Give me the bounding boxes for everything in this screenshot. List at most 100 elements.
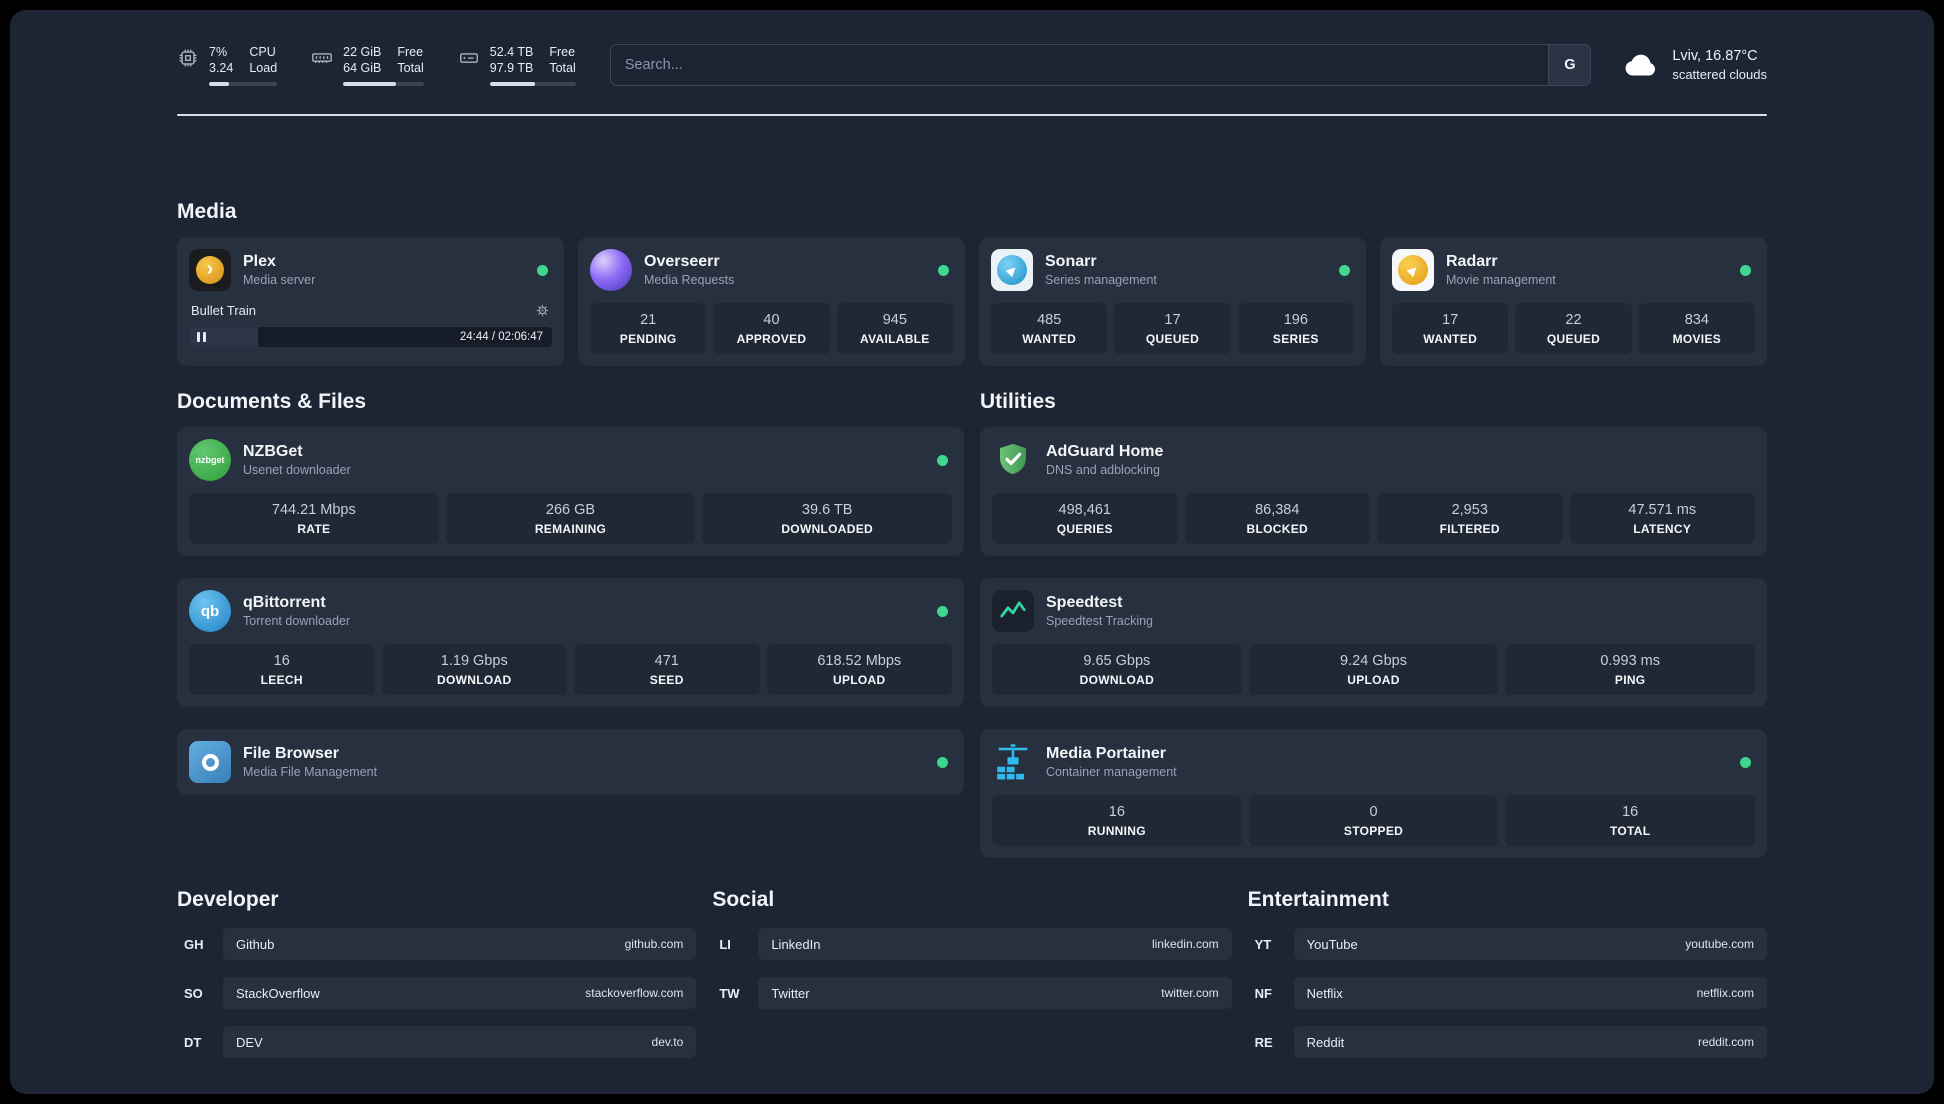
bookmark-url: twitter.com — [1161, 986, 1219, 1000]
cpu-progress-bar — [209, 82, 278, 86]
qbittorrent-card[interactable]: qb qBittorrent Torrent downloader 16 LEE… — [177, 578, 964, 707]
nzbget-card[interactable]: nzbget NZBGet Usenet downloader 744.21 M… — [177, 427, 964, 556]
utilities-section-title: Utilities — [980, 390, 1056, 413]
playback-progress-bar[interactable]: 24:44 / 02:06:47 — [189, 327, 552, 347]
bookmark-abbr: LI — [719, 936, 731, 952]
overseerr-card[interactable]: Overseerr Media Requests 21 PENDING 40 A… — [578, 237, 965, 366]
stat-value: 17 — [1164, 312, 1181, 328]
bookmark-card[interactable]: YouTube youtube.com — [1293, 928, 1767, 960]
app-description: Media File Management — [243, 764, 378, 779]
bookmark-dev[interactable]: DT DEV dev.to — [177, 1026, 697, 1058]
adguard-icon — [992, 439, 1034, 481]
bookmark-card[interactable]: LinkedIn linkedin.com — [758, 928, 1232, 960]
stat-label: MOVIES — [1672, 332, 1722, 346]
stat-label: APPROVED — [736, 332, 807, 346]
nzbget-header: nzbget NZBGet Usenet downloader — [189, 439, 952, 481]
cpu-load-value: 3.24 — [209, 61, 234, 75]
radarr-titles: Radarr Movie management — [1446, 252, 1556, 289]
bookmark-url: dev.to — [651, 1035, 684, 1049]
app-description: Movie management — [1446, 272, 1556, 287]
documents-section-title: Documents & Files — [177, 390, 367, 413]
bookmark-card[interactable]: Github github.com — [223, 928, 697, 960]
bookmark-card[interactable]: StackOverflow stackoverflow.com — [223, 977, 697, 1009]
stat-label: UPLOAD — [1347, 673, 1400, 687]
sonarr-card[interactable]: ▶ Sonarr Series management 485 WANTED 17… — [979, 237, 1366, 366]
bookmark-linkedin[interactable]: LI LinkedIn linkedin.com — [712, 928, 1232, 960]
bookmark-card[interactable]: Twitter twitter.com — [758, 977, 1232, 1009]
bookmark-name: StackOverflow — [236, 985, 320, 1001]
stat-label: UPLOAD — [833, 673, 886, 687]
bookmark-name: LinkedIn — [771, 936, 821, 952]
stat-value: 16 — [273, 653, 290, 669]
speedtest-card[interactable]: Speedtest Speedtest Tracking 9.65 Gbps D… — [980, 578, 1767, 707]
qbittorrent-logo-text: qb — [200, 602, 220, 620]
plex-card[interactable]: › Plex Media server Bullet Train 24:44 /… — [177, 237, 564, 366]
developer-section-title: Developer — [177, 888, 279, 911]
app-description: Series management — [1045, 272, 1157, 287]
ram-icon — [311, 47, 333, 69]
disk-free-value: 52.4 TB — [489, 45, 534, 59]
status-dot — [1740, 264, 1751, 276]
stat-value: 39.6 TB — [801, 502, 853, 518]
radarr-icon: ▶ — [1392, 249, 1434, 291]
stat-available: 945 AVAILABLE — [836, 303, 953, 354]
app-name: Plex — [243, 252, 276, 270]
stat-value: 0 — [1369, 804, 1378, 820]
sonarr-header: ▶ Sonarr Series management — [991, 249, 1354, 291]
bookmark-netflix[interactable]: NF Netflix netflix.com — [1248, 977, 1767, 1009]
overseerr-header: Overseerr Media Requests — [590, 249, 953, 291]
filebrowser-card[interactable]: File Browser Media File Management — [177, 729, 964, 795]
stat-value: 744.21 Mbps — [271, 502, 356, 518]
stat-running: 16 RUNNING — [992, 795, 1242, 846]
app-description: Media server — [243, 272, 316, 287]
portainer-card[interactable]: Media Portainer Container management 16 … — [980, 729, 1767, 858]
bookmark-name: Netflix — [1306, 985, 1343, 1001]
stat-label: RATE — [297, 522, 331, 536]
radarr-card[interactable]: ▶ Radarr Movie management 17 WANTED 22 Q… — [1380, 237, 1767, 366]
bookmark-name: DEV — [236, 1034, 263, 1050]
section-entertainment: Entertainment YT YouTube youtube.com NF … — [1248, 888, 1767, 1058]
stat-value: 16 — [1108, 804, 1125, 820]
stat-wanted: 485 WANTED — [991, 303, 1108, 354]
entertainment-section-title: Entertainment — [1247, 888, 1389, 911]
stat-remaining: 266 GB REMAINING — [445, 493, 696, 544]
documents-cards: nzbget NZBGet Usenet downloader 744.21 M… — [177, 427, 964, 795]
search-engine-button[interactable]: G — [1548, 45, 1591, 85]
app-description: Media Requests — [644, 272, 735, 287]
bookmark-youtube[interactable]: YT YouTube youtube.com — [1248, 928, 1767, 960]
search-input[interactable] — [610, 57, 1549, 73]
sonarr-icon: ▶ — [991, 249, 1033, 291]
radarr-header: ▶ Radarr Movie management — [1392, 249, 1755, 291]
developer-bookmarks: GH Github github.com SO StackOverflow st… — [177, 928, 697, 1058]
bookmark-url: reddit.com — [1697, 1035, 1754, 1049]
social-bookmarks: LI LinkedIn linkedin.com TW Twitter twit… — [712, 928, 1232, 1009]
bookmark-name: Reddit — [1306, 1034, 1345, 1050]
bookmark-reddit[interactable]: RE Reddit reddit.com — [1248, 1026, 1767, 1058]
pause-icon[interactable] — [197, 332, 206, 342]
bookmark-card[interactable]: Reddit reddit.com — [1293, 1026, 1767, 1058]
ram-total-label: Total — [397, 61, 424, 75]
speedtest-stats: 9.65 Gbps DOWNLOAD 9.24 Gbps UPLOAD 0.99… — [992, 644, 1756, 695]
ram-progress-fill — [343, 82, 397, 86]
bookmark-github[interactable]: GH Github github.com — [177, 928, 697, 960]
app-name: Overseerr — [644, 252, 720, 270]
stat-value: 485 — [1037, 312, 1062, 328]
plex-badge: › — [196, 256, 224, 284]
stat-upload: 9.24 Gbps UPLOAD — [1248, 644, 1499, 695]
stat-label: WANTED — [1022, 332, 1077, 346]
stat-label: QUEUED — [1546, 332, 1601, 346]
filebrowser-titles: File Browser Media File Management — [243, 744, 377, 781]
stat-label: WANTED — [1423, 332, 1478, 346]
stat-value: 16 — [1622, 804, 1639, 820]
stat-label: REMAINING — [534, 522, 607, 536]
bookmark-twitter[interactable]: TW Twitter twitter.com — [712, 977, 1232, 1009]
media-cards-row: › Plex Media server Bullet Train 24:44 /… — [177, 237, 1767, 366]
bookmark-card[interactable]: DEV dev.to — [223, 1026, 697, 1058]
stat-queries: 498,461 QUERIES — [992, 493, 1178, 544]
bookmark-card[interactable]: Netflix netflix.com — [1293, 977, 1767, 1009]
cpu-progress-fill — [209, 82, 230, 86]
bookmark-stackoverflow[interactable]: SO StackOverflow stackoverflow.com — [177, 977, 697, 1009]
gear-icon[interactable] — [535, 303, 550, 318]
status-dot — [937, 605, 948, 617]
adguard-card[interactable]: AdGuard Home DNS and adblocking 498,461 … — [980, 427, 1767, 556]
